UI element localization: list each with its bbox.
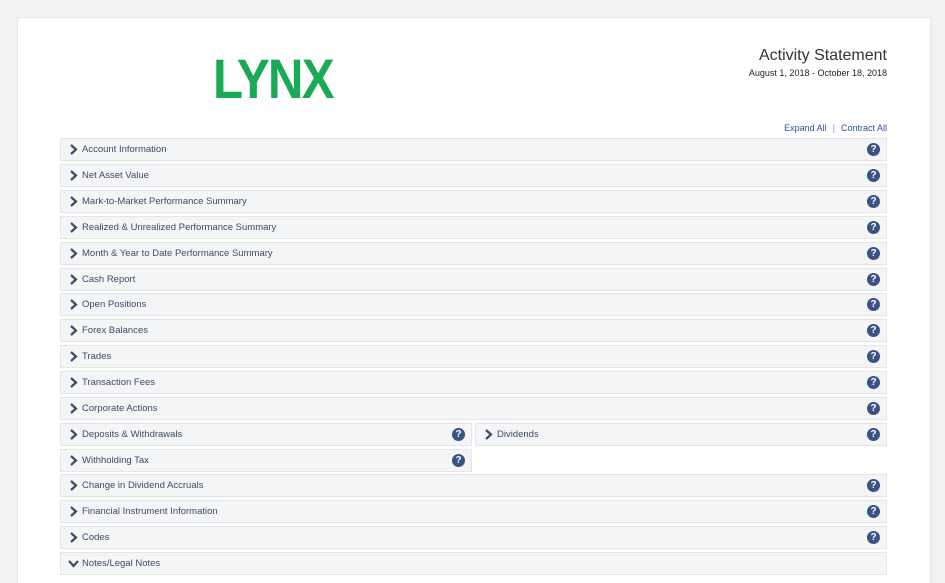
section-notes-legal[interactable]: Notes/Legal Notes xyxy=(60,552,887,575)
section-corporate-actions[interactable]: Corporate Actions? xyxy=(60,397,887,420)
section-label: Change in Dividend Accruals xyxy=(82,480,204,491)
chevron-down-icon xyxy=(67,558,79,570)
chevron-right-icon xyxy=(67,144,79,156)
help-icon[interactable]: ? xyxy=(867,428,880,441)
link-separator: | xyxy=(832,123,835,133)
section-label: Month & Year to Date Performance Summary xyxy=(82,248,273,259)
section-cash-report[interactable]: Cash Report? xyxy=(60,268,887,291)
section-label: Net Asset Value xyxy=(82,170,149,181)
section-month-year-summary[interactable]: Month & Year to Date Performance Summary… xyxy=(60,242,887,265)
help-icon[interactable]: ? xyxy=(867,143,880,156)
section-label: Transaction Fees xyxy=(82,377,156,388)
section-forex-balances[interactable]: Forex Balances? xyxy=(60,319,887,342)
chevron-right-icon xyxy=(67,506,79,518)
chevron-right-icon xyxy=(67,351,79,363)
section-label: Dividends xyxy=(497,429,539,440)
section-label: Trades xyxy=(82,351,112,362)
contract-all-link[interactable]: Contract All xyxy=(841,123,887,133)
page-title: Activity Statement xyxy=(758,47,887,64)
chevron-right-icon xyxy=(67,532,79,544)
help-icon[interactable]: ? xyxy=(867,221,880,234)
chevron-right-icon xyxy=(67,299,79,311)
section-label: Cash Report xyxy=(82,274,136,285)
help-icon[interactable]: ? xyxy=(867,350,880,363)
section-label: Notes/Legal Notes xyxy=(82,558,161,569)
expand-all-link[interactable]: Expand All xyxy=(784,123,827,133)
help-icon[interactable]: ? xyxy=(867,298,880,311)
section-net-asset-value[interactable]: Net Asset Value? xyxy=(60,164,887,187)
section-label: Realized & Unrealized Performance Summar… xyxy=(82,222,277,233)
section-deposits-withdrawals[interactable]: Deposits & Withdrawals? xyxy=(60,423,472,446)
section-withholding-tax[interactable]: Withholding Tax? xyxy=(60,449,472,472)
section-label: Corporate Actions xyxy=(82,403,158,414)
expand-contract-links: Expand All | Contract All xyxy=(784,123,887,133)
section-label: Withholding Tax xyxy=(82,455,149,466)
section-change-dividend-accruals[interactable]: Change in Dividend Accruals? xyxy=(60,474,887,497)
chevron-right-icon xyxy=(67,377,79,389)
help-icon[interactable]: ? xyxy=(867,479,880,492)
section-account-information[interactable]: Account Information? xyxy=(60,138,887,161)
section-codes[interactable]: Codes? xyxy=(60,526,887,549)
section-label: Deposits & Withdrawals xyxy=(82,429,183,440)
chevron-right-icon xyxy=(67,429,79,441)
section-label: Forex Balances xyxy=(82,325,149,336)
help-icon[interactable]: ? xyxy=(452,454,465,467)
section-label: Mark-to-Market Performance Summary xyxy=(82,196,247,207)
lynx-logo: LYNX xyxy=(213,47,335,110)
section-open-positions[interactable]: Open Positions? xyxy=(60,293,887,316)
section-label: Financial Instrument Information xyxy=(82,506,218,517)
chevron-right-icon xyxy=(67,403,79,415)
help-icon[interactable]: ? xyxy=(452,428,465,441)
section-trades[interactable]: Trades? xyxy=(60,345,887,368)
help-icon[interactable]: ? xyxy=(867,402,880,415)
help-icon[interactable]: ? xyxy=(867,169,880,182)
section-transaction-fees[interactable]: Transaction Fees? xyxy=(60,371,887,394)
statement-period: August 1, 2018 - October 18, 2018 xyxy=(748,68,887,78)
help-icon[interactable]: ? xyxy=(867,505,880,518)
help-icon[interactable]: ? xyxy=(867,247,880,260)
chevron-right-icon xyxy=(67,325,79,337)
help-icon[interactable]: ? xyxy=(867,531,880,544)
chevron-right-icon xyxy=(67,455,79,467)
chevron-right-icon xyxy=(67,196,79,208)
help-icon[interactable]: ? xyxy=(867,324,880,337)
chevron-right-icon xyxy=(67,274,79,286)
section-mtm-performance-summary[interactable]: Mark-to-Market Performance Summary? xyxy=(60,190,887,213)
chevron-right-icon xyxy=(482,429,494,441)
help-icon[interactable]: ? xyxy=(867,273,880,286)
chevron-right-icon xyxy=(67,222,79,234)
help-icon[interactable]: ? xyxy=(867,376,880,389)
section-label: Open Positions xyxy=(82,299,147,310)
chevron-right-icon xyxy=(67,170,79,182)
statement-header: Activity Statement August 1, 2018 - Octo… xyxy=(749,47,887,78)
section-dividends[interactable]: Dividends? xyxy=(475,423,887,446)
section-label: Account Information xyxy=(82,144,167,155)
section-label: Codes xyxy=(82,532,110,543)
chevron-right-icon xyxy=(67,480,79,492)
chevron-right-icon xyxy=(67,248,79,260)
section-realized-unrealized-summary[interactable]: Realized & Unrealized Performance Summar… xyxy=(60,216,887,239)
section-financial-instrument-info[interactable]: Financial Instrument Information? xyxy=(60,500,887,523)
help-icon[interactable]: ? xyxy=(867,195,880,208)
